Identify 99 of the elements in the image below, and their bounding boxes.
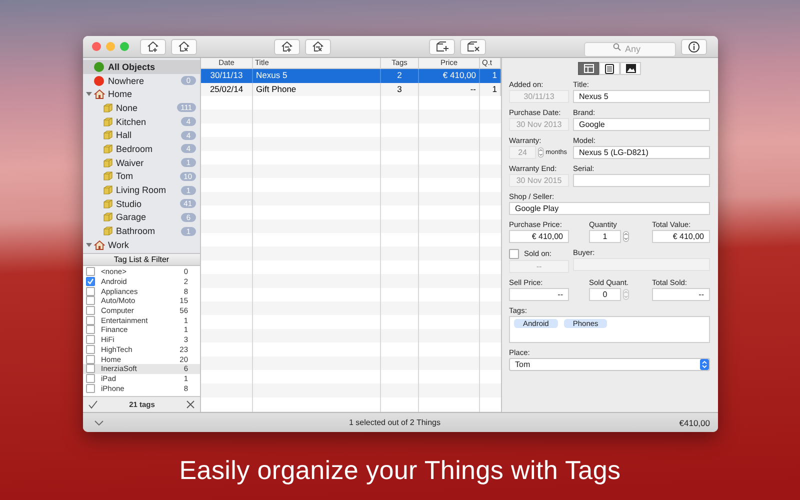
- house-x-icon: [178, 41, 190, 52]
- document-view-tab[interactable]: [599, 62, 620, 75]
- place-dropdown[interactable]: Tom: [509, 358, 710, 371]
- checkbox[interactable]: [86, 277, 95, 286]
- house-x-icon: [312, 41, 324, 52]
- place-label: Living Room: [116, 185, 168, 196]
- info-button[interactable]: [681, 38, 707, 54]
- table-cell: 25/02/14: [201, 82, 253, 96]
- caption-text: Easily organize your Things with Tags: [178, 455, 622, 486]
- remove-room-button[interactable]: [305, 38, 331, 54]
- place-label: Home: [108, 89, 134, 100]
- box-icon: [103, 226, 113, 236]
- checkbox[interactable]: [86, 316, 95, 325]
- text-field[interactable]: € 410,00: [652, 230, 710, 243]
- dropdown-value: Tom: [515, 360, 530, 369]
- box-icon: [103, 185, 113, 196]
- text-field[interactable]: --: [509, 288, 569, 301]
- search-field[interactable]: Any: [584, 42, 676, 56]
- text-field[interactable]: Google: [573, 118, 710, 131]
- box-icon: [103, 116, 113, 127]
- picture-view-tab[interactable]: [620, 62, 641, 75]
- box-icon: [103, 212, 113, 222]
- panel-header: Tag List & Filter: [83, 253, 200, 266]
- place-label: Hall: [116, 130, 133, 140]
- close-icon[interactable]: [186, 400, 195, 409]
- text-field[interactable]: --: [652, 288, 710, 301]
- box-icon: [103, 102, 113, 113]
- add-house-button[interactable]: [140, 38, 166, 54]
- checkbox[interactable]: [86, 384, 95, 393]
- box-icon: [103, 130, 113, 140]
- checkbox[interactable]: [86, 267, 95, 276]
- place-label: None: [116, 102, 139, 113]
- place-label: Work: [108, 240, 130, 250]
- dropdown-arrows-icon: [700, 359, 709, 370]
- box-icon: [103, 144, 113, 154]
- place-label: Studio: [116, 198, 143, 209]
- checkbox[interactable]: [86, 344, 95, 354]
- place-label: Garage: [116, 212, 148, 222]
- table-cell: Gift Phone: [253, 82, 381, 96]
- place-label: All Objects: [108, 62, 156, 72]
- checkbox[interactable]: [86, 325, 95, 334]
- picture-icon: [626, 64, 636, 73]
- remove-house-button[interactable]: [171, 38, 197, 54]
- stepper-icon[interactable]: [623, 230, 629, 242]
- place-label: Tom: [116, 171, 134, 182]
- add-box-button[interactable]: [429, 38, 455, 54]
- box-icon: [103, 198, 113, 209]
- add-room-button[interactable]: [274, 38, 300, 54]
- checkbox[interactable]: [86, 306, 95, 316]
- sidebar-item[interactable]: Home: [83, 87, 200, 102]
- checkbox[interactable]: [86, 364, 95, 374]
- place-label: Bathroom: [116, 226, 156, 236]
- table-cell: --: [419, 82, 480, 96]
- chevron-down-icon[interactable]: [94, 420, 104, 426]
- zoom-button[interactable]: [120, 42, 129, 51]
- house-plus-icon: [147, 41, 159, 52]
- text-field[interactable]: Google Play: [509, 202, 710, 215]
- checkbox[interactable]: [86, 354, 95, 364]
- close-button[interactable]: [92, 42, 101, 51]
- search-icon: [613, 42, 621, 50]
- place-label: Nowhere: [108, 76, 146, 86]
- minimize-button[interactable]: [106, 42, 115, 51]
- checkmark-icon[interactable]: [88, 400, 98, 409]
- box-icon: [103, 158, 113, 168]
- place-label: Bedroom: [116, 144, 154, 154]
- total-value-text: €410,00: [679, 418, 710, 428]
- house-icon: [94, 89, 105, 100]
- box-icon: [103, 171, 113, 182]
- table-row[interactable]: 30/11/13 Nexus 5 2 € 410,00 1: [201, 69, 501, 83]
- document-icon: [605, 64, 614, 74]
- status-text: 1 selected out of 2 Things: [349, 418, 442, 427]
- checkbox[interactable]: [86, 296, 95, 306]
- disclosure-down-icon[interactable]: [86, 91, 92, 98]
- text-field[interactable]: Nexus 5 (LG-D821): [573, 146, 710, 159]
- text-field[interactable]: Nexus 5: [573, 90, 710, 103]
- box-x-icon: [466, 41, 480, 52]
- layout-icon: [584, 64, 594, 73]
- checkbox[interactable]: [86, 335, 95, 344]
- remove-box-button[interactable]: [460, 38, 486, 54]
- place-label: Waiver: [116, 158, 145, 168]
- sidebar-item[interactable]: All Objects: [83, 60, 200, 74]
- table-row[interactable]: 25/02/14 Gift Phone 3 -- 1: [201, 82, 501, 96]
- text-field[interactable]: € 410,00: [509, 230, 569, 243]
- info-icon: [688, 40, 700, 52]
- disclosure-down-icon[interactable]: [86, 242, 92, 248]
- table-cell: 3: [381, 82, 419, 96]
- place-label: Kitchen: [116, 116, 148, 127]
- checkbox[interactable]: [86, 286, 95, 296]
- text-field[interactable]: [573, 174, 710, 187]
- house-plus-icon: [281, 41, 293, 52]
- house-icon: [94, 240, 105, 250]
- box-plus-icon: [436, 41, 448, 52]
- table-cell: 1: [480, 82, 501, 96]
- sidebar-item[interactable]: Work: [83, 238, 200, 252]
- text-field[interactable]: 1: [589, 230, 621, 242]
- text-field[interactable]: 0: [589, 288, 621, 300]
- layout-view-tab[interactable]: [578, 62, 599, 75]
- checkmark-icon: [87, 278, 94, 286]
- stepper-icon[interactable]: [538, 146, 544, 158]
